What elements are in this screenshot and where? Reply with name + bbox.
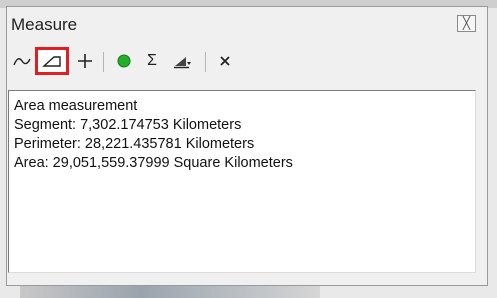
results-panel[interactable]: Area measurement Segment: 7,302.174753 K… (8, 90, 476, 273)
result-line-area: Area: 29,051,559.37999 Square Kilometers (14, 155, 293, 171)
toolbar-separator (205, 52, 206, 72)
close-button[interactable]: ╳ (457, 15, 476, 32)
result-line-segment: Segment: 7,302.174753 Kilometers (14, 117, 242, 133)
close-icon: ╳ (462, 16, 471, 30)
background-map (20, 286, 320, 298)
measure-area-tool[interactable] (35, 47, 69, 75)
polyline-icon (13, 58, 31, 66)
measure-feature-tool[interactable] (74, 47, 96, 75)
units-icon (174, 57, 191, 69)
measure-window: Measure ╳ Σ Area measurement Segment: 7,… (6, 6, 488, 286)
plus-icon (78, 54, 92, 68)
green-dot-icon (117, 54, 131, 68)
title-bar[interactable]: Measure ╳ (7, 7, 487, 39)
result-line-perimeter: Perimeter: 28,221.435781 Kilometers (14, 136, 255, 152)
x-icon (220, 56, 230, 66)
measure-line-tool[interactable] (11, 47, 33, 75)
units-dropdown-tool[interactable] (169, 47, 195, 75)
area-polygon-icon (42, 56, 61, 67)
sum-tool[interactable]: Σ (140, 47, 164, 75)
show-total-tool[interactable] (112, 47, 136, 75)
sigma-icon: Σ (147, 52, 157, 69)
toolbar-separator (103, 52, 104, 72)
clear-results-tool[interactable] (214, 47, 236, 75)
result-line-title: Area measurement (14, 98, 138, 114)
window-title: Measure (11, 15, 78, 34)
toolbar: Σ (7, 47, 487, 75)
